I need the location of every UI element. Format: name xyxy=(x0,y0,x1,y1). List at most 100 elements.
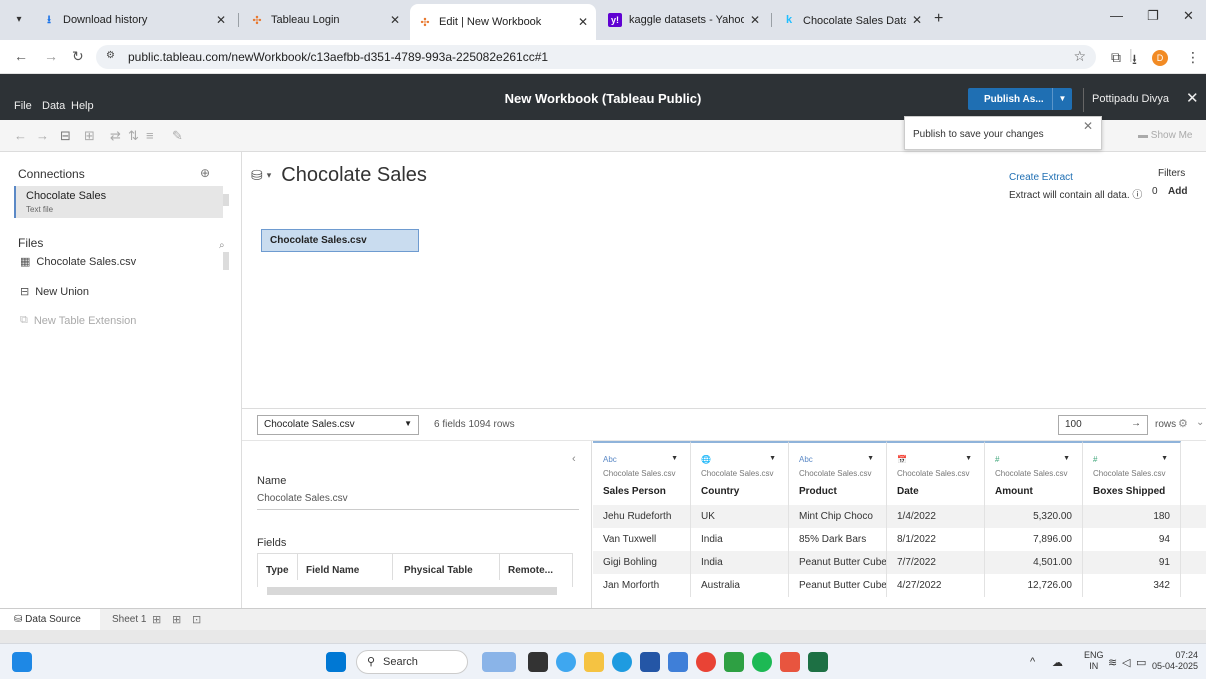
chevron-down-icon[interactable]: ⌄ xyxy=(1196,417,1204,428)
tab-tableau-login[interactable]: ✣ Tableau Login ✕ xyxy=(242,6,408,34)
table-chip[interactable]: Chocolate Sales.csv xyxy=(261,229,419,252)
column-header-country[interactable]: 🌐 ▼ Chocolate Sales.csv Country xyxy=(691,441,789,505)
new-union[interactable]: ⊟ New Union xyxy=(20,285,89,299)
chrome-icon[interactable] xyxy=(696,652,716,672)
type-geo-icon[interactable]: 🌐 xyxy=(701,455,711,464)
close-tab-icon[interactable]: ✕ xyxy=(578,15,588,29)
swap-icon[interactable]: ⇄ xyxy=(110,128,121,144)
tab-edit-new-workbook[interactable]: ✣ Edit | New Workbook ✕ xyxy=(410,4,596,40)
table-cell[interactable]: Gigi Bohling xyxy=(593,551,691,574)
table-cell[interactable]: 7,896.00 xyxy=(985,528,1083,551)
col-physical-table[interactable]: Physical Table xyxy=(404,565,473,576)
tab-chocolate-sales-data[interactable]: k Chocolate Sales Data 📊🍫 ✕ xyxy=(774,6,930,34)
tab-data-source[interactable]: ⛁ Data Source xyxy=(0,609,100,631)
type-string-icon[interactable]: Abc xyxy=(799,455,813,464)
tab-search-chevron-icon[interactable]: ▾ xyxy=(8,10,30,30)
table-cell[interactable]: 91 xyxy=(1083,551,1181,574)
close-icon[interactable]: ✕ xyxy=(1186,89,1199,107)
table-cell[interactable]: Jehu Rudeforth xyxy=(593,505,691,528)
table-cell[interactable]: India xyxy=(691,528,789,551)
new-dashboard-icon[interactable]: ⊞ xyxy=(172,613,181,626)
publish-as-button[interactable]: Publish As... ▼ xyxy=(968,88,1072,110)
battery-icon[interactable]: ▭ xyxy=(1136,656,1146,669)
widgets-icon[interactable] xyxy=(12,652,32,672)
type-number-icon[interactable]: # xyxy=(995,455,999,464)
type-number-icon[interactable]: # xyxy=(1093,455,1097,464)
close-window-icon[interactable]: ✕ xyxy=(1183,8,1194,24)
spotify-icon[interactable] xyxy=(752,652,772,672)
chevron-down-icon[interactable]: ▼ xyxy=(769,455,776,462)
column-header-sales-person[interactable]: Abc ▼ Chocolate Sales.csv Sales Person xyxy=(593,441,691,505)
table-cell[interactable]: 85% Dark Bars xyxy=(789,528,887,551)
close-tooltip-icon[interactable]: ✕ xyxy=(1083,119,1093,133)
restore-icon[interactable]: ❐ xyxy=(1147,8,1159,24)
column-header-amount[interactable]: # ▼ Chocolate Sales.csv Amount xyxy=(985,441,1083,505)
chevron-down-icon[interactable]: ▼ xyxy=(867,455,874,462)
new-worksheet-icon[interactable]: ⊞ xyxy=(84,128,95,144)
table-cell[interactable]: 4,501.00 xyxy=(985,551,1083,574)
table-cell[interactable]: Van Tuxwell xyxy=(593,528,691,551)
connections-scrollbar[interactable] xyxy=(223,194,229,206)
table-cell[interactable]: Australia xyxy=(691,574,789,597)
edge-icon[interactable] xyxy=(612,652,632,672)
collapse-icon[interactable]: ‹ xyxy=(572,453,576,465)
language-indicator[interactable]: ENG IN xyxy=(1084,650,1104,672)
chevron-down-icon[interactable]: ▼ xyxy=(965,455,972,462)
onedrive-icon[interactable]: ☁ xyxy=(1052,656,1063,669)
table-cell[interactable]: Mint Chip Choco xyxy=(789,505,887,528)
new-worksheet-icon[interactable]: ⊞ xyxy=(152,613,161,626)
chevron-down-icon[interactable]: ▼ xyxy=(1161,455,1168,462)
site-info-icon[interactable]: ⚙ xyxy=(106,50,115,61)
sort-desc-icon[interactable]: ≡ xyxy=(146,128,154,143)
taskbar-search[interactable]: ⚲ Search xyxy=(356,650,468,674)
name-field[interactable]: Chocolate Sales.csv xyxy=(257,493,579,510)
sort-asc-icon[interactable]: ⇅ xyxy=(128,128,139,144)
column-header-date[interactable]: 📅 ▼ Chocolate Sales.csv Date xyxy=(887,441,985,505)
copilot-icon[interactable] xyxy=(482,652,516,672)
new-tab-icon[interactable]: + xyxy=(934,10,943,28)
table-cell[interactable]: 1/4/2022 xyxy=(887,505,985,528)
create-extract-link[interactable]: Create Extract xyxy=(1009,172,1073,183)
close-tab-icon[interactable]: ✕ xyxy=(390,13,400,27)
file-explorer-icon[interactable] xyxy=(584,652,604,672)
chevron-down-icon[interactable]: ▼ xyxy=(671,455,678,462)
app-icon[interactable] xyxy=(556,652,576,672)
new-table-extension[interactable]: ⧉ New Table Extension xyxy=(20,314,136,327)
user-name[interactable]: Pottipadu Divya xyxy=(1092,93,1169,105)
table-cell[interactable]: Peanut Butter Cubes xyxy=(789,551,887,574)
table-cell[interactable]: 4/27/2022 xyxy=(887,574,985,597)
show-me-button[interactable]: ▬ Show Me xyxy=(1138,130,1192,141)
xbox-icon[interactable] xyxy=(724,652,744,672)
close-tab-icon[interactable]: ✕ xyxy=(216,13,226,27)
rows-input[interactable]: 100 → xyxy=(1058,415,1148,435)
reload-icon[interactable]: ↻ xyxy=(72,48,84,65)
file-item[interactable]: ▦ Chocolate Sales.csv xyxy=(20,255,136,269)
column-header-boxes-shipped[interactable]: # ▼ Chocolate Sales.csv Boxes Shipped xyxy=(1083,441,1181,505)
excel-icon[interactable] xyxy=(808,652,828,672)
table-cell[interactable]: India xyxy=(691,551,789,574)
info-icon[interactable]: ⓘ xyxy=(1132,190,1142,201)
back-icon[interactable]: ← xyxy=(14,48,28,64)
table-cell[interactable]: UK xyxy=(691,505,789,528)
photos-icon[interactable] xyxy=(668,652,688,672)
tab-download-history[interactable]: ⭳ Download history ✕ xyxy=(34,6,234,34)
app-icon[interactable] xyxy=(780,652,800,672)
connection-item[interactable]: Chocolate Sales Text file xyxy=(14,186,223,218)
chevron-down-icon[interactable]: ▼ xyxy=(1063,455,1070,462)
browser-menu-icon[interactable]: ⋮ xyxy=(1186,49,1200,66)
store-icon[interactable] xyxy=(640,652,660,672)
table-select[interactable]: Chocolate Sales.csv ▼ xyxy=(257,415,419,435)
undo-icon[interactable]: ← xyxy=(14,128,27,143)
table-cell[interactable]: 12,726.00 xyxy=(985,574,1083,597)
highlight-icon[interactable]: ✎ xyxy=(172,128,183,144)
url-field[interactable]: ⚙ public.tableau.com/newWorkbook/c13aefb… xyxy=(96,45,1096,69)
table-cell[interactable]: 180 xyxy=(1083,505,1181,528)
col-field-name[interactable]: Field Name xyxy=(306,565,359,576)
col-remote[interactable]: Remote... xyxy=(508,565,553,576)
chevron-down-icon[interactable]: ▾ xyxy=(267,170,272,181)
profile-avatar[interactable]: D xyxy=(1152,50,1168,66)
arrow-right-icon[interactable]: → xyxy=(1131,418,1141,429)
forward-icon[interactable]: → xyxy=(44,48,58,64)
volume-icon[interactable]: ◁ xyxy=(1122,656,1130,669)
chevron-up-icon[interactable]: ^ xyxy=(1030,656,1035,668)
